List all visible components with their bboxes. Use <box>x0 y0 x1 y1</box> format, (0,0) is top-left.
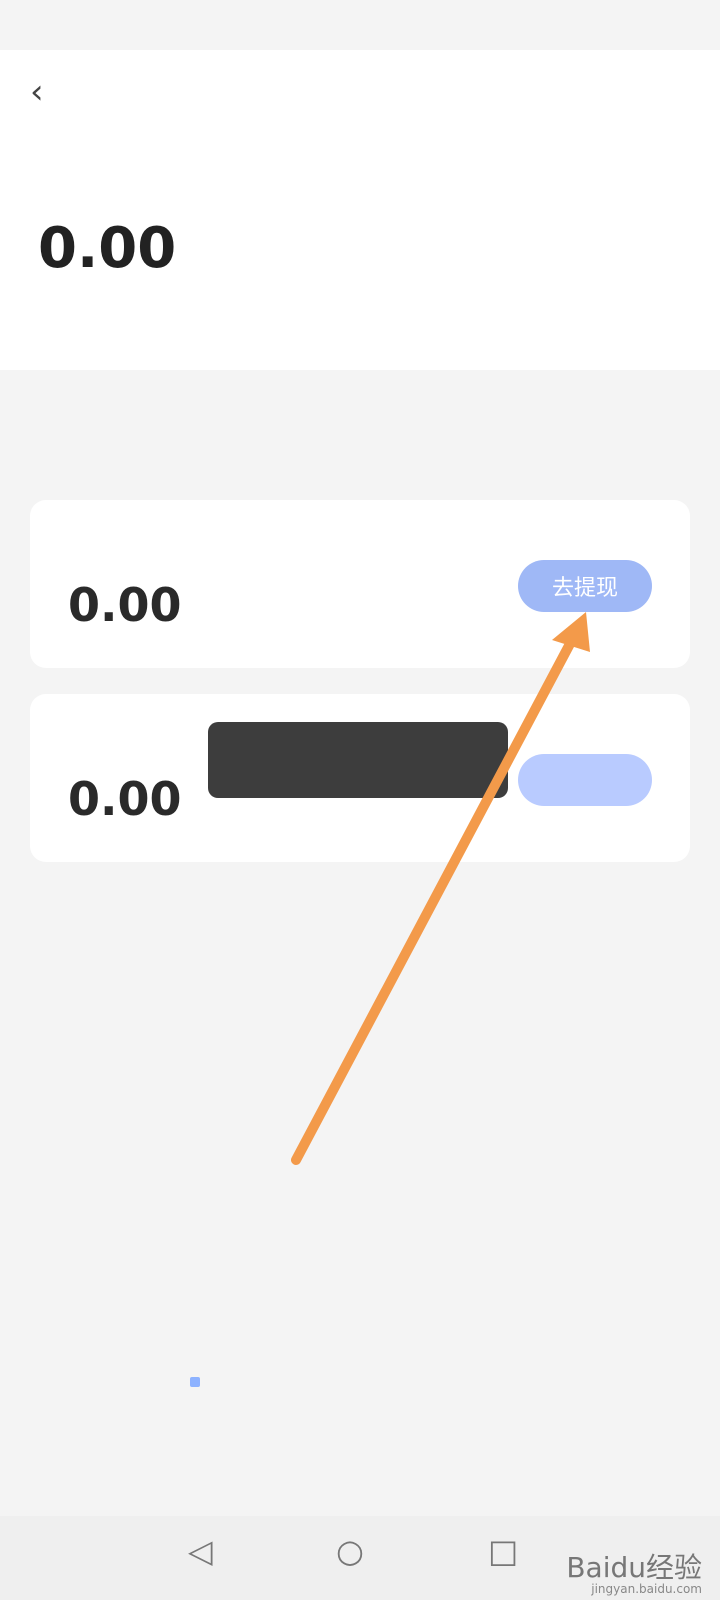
account-card-amount: 0.00 <box>68 772 182 826</box>
watermark-url: jingyan.baidu.com <box>591 1582 702 1596</box>
summary-amount: 0.00 <box>38 216 177 281</box>
nav-back-icon[interactable]: ◁ <box>188 1532 213 1570</box>
account-card-1: 0.00 去提现 <box>30 500 690 668</box>
back-arrow-icon[interactable]: ‹ <box>30 72 44 112</box>
withdraw-button[interactable]: 去提现 <box>518 560 652 612</box>
agreement-checkbox[interactable] <box>190 1377 200 1387</box>
watermark-title: Baidu经验 <box>566 1551 702 1584</box>
summary-panel: 0.00 <box>0 130 720 370</box>
withdraw-button-secondary[interactable] <box>518 754 652 806</box>
header: ‹ <box>0 50 720 130</box>
status-bar <box>0 0 720 50</box>
nav-home-icon[interactable]: ○ <box>336 1532 364 1570</box>
account-card-amount: 0.00 <box>68 578 182 632</box>
agreement-line <box>190 1374 208 1390</box>
nav-recent-icon[interactable]: □ <box>488 1532 518 1570</box>
toast-message <box>208 722 508 798</box>
